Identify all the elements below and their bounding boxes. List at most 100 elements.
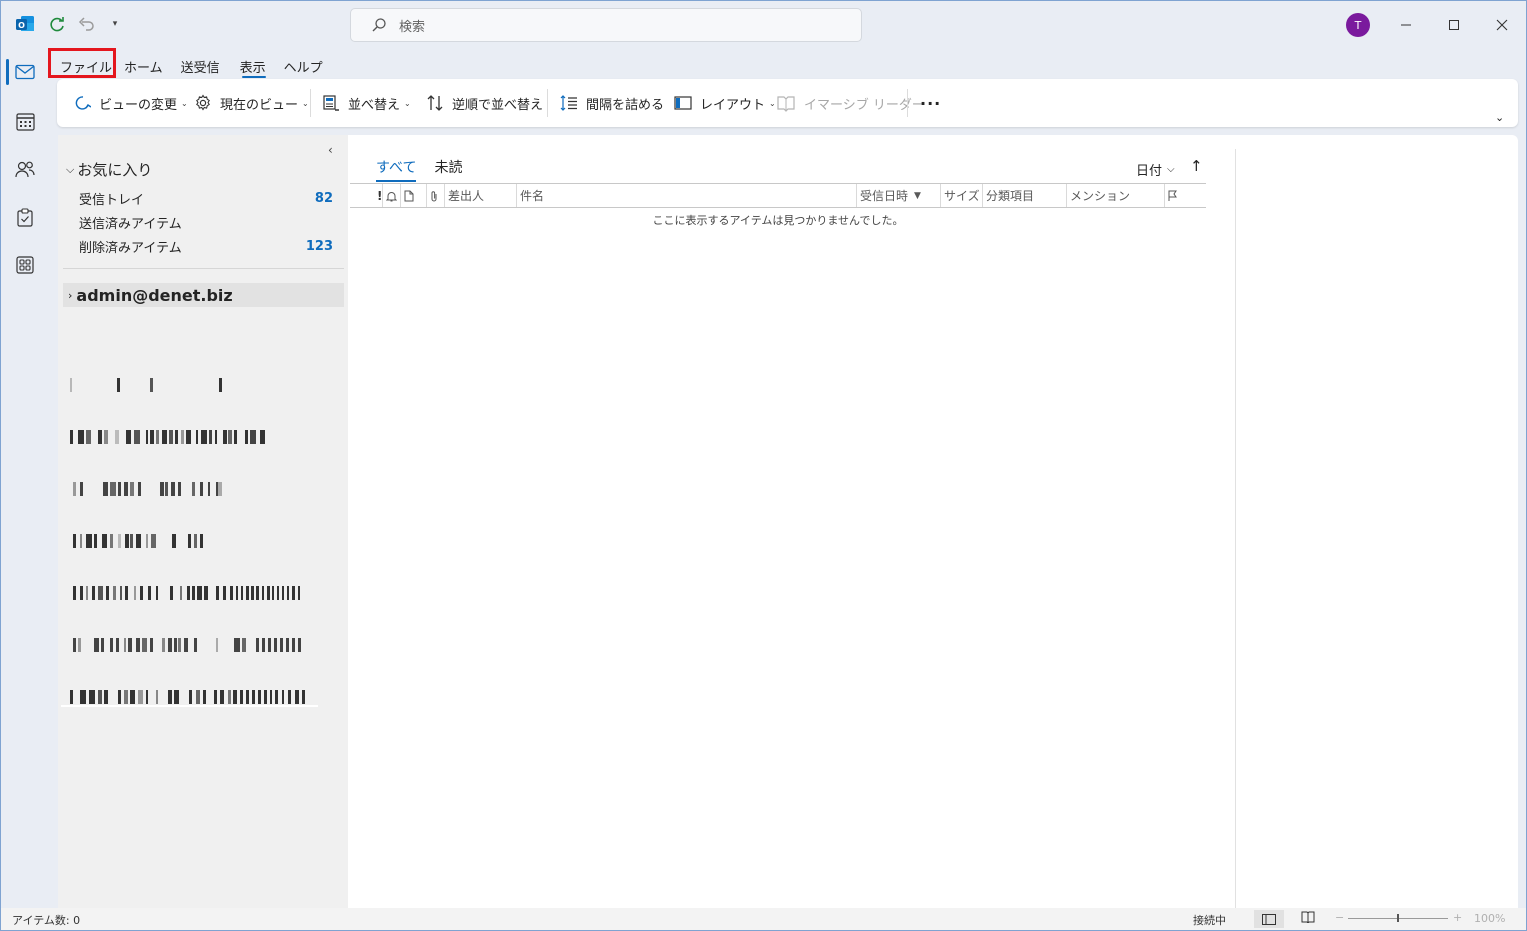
zoom-level[interactable]: 100% xyxy=(1474,912,1505,925)
column-icon[interactable] xyxy=(400,184,426,207)
tab-view[interactable]: 表示 xyxy=(230,54,276,78)
reverse-sort-button[interactable]: 逆順で並べ替え xyxy=(426,91,543,115)
folder-pane: ‹ ⌵ お気に入り 受信トレイ 82 送信済みアイテム 削除済みアイテム 123… xyxy=(58,135,348,908)
message-list-pane: すべて 未読 日付 ⌵ ↑ ! 差出人 件名 受信日時 ▼ サイズ 分類項目 メ… xyxy=(348,135,1518,908)
change-view-button[interactable]: ビューの変更 ⌄ xyxy=(73,91,188,115)
rail-active-indicator xyxy=(6,59,9,85)
change-view-icon xyxy=(75,96,91,110)
column-header: ! 差出人 件名 受信日時 ▼ サイズ 分類項目 メンション xyxy=(350,183,1206,208)
sort-by-label: 日付 xyxy=(1136,164,1163,179)
column-importance[interactable]: ! xyxy=(374,184,382,207)
obscured-folder-item[interactable] xyxy=(70,584,310,602)
account-row[interactable]: › admin@denet.biz xyxy=(63,283,344,307)
obscured-folder-item[interactable] xyxy=(70,636,310,654)
empty-list-message: ここに表示するアイテムは見つかりませんでした。 xyxy=(652,214,904,227)
column-size[interactable]: サイズ xyxy=(940,184,982,207)
tasks-icon[interactable] xyxy=(12,204,38,230)
tab-home[interactable]: ホーム xyxy=(122,54,173,76)
condense-button[interactable]: 間隔を詰める xyxy=(560,91,664,115)
avatar[interactable]: T xyxy=(1346,13,1370,37)
folder-inbox[interactable]: 受信トレイ 82 xyxy=(79,187,333,209)
sort-by-dropdown[interactable]: 日付 ⌵ xyxy=(1136,160,1175,179)
sort-button[interactable]: 並べ替え ⌄ xyxy=(322,91,411,115)
minimize-button[interactable] xyxy=(1392,12,1420,38)
people-icon[interactable] xyxy=(12,156,38,182)
pane-divider xyxy=(63,268,344,269)
undo-icon[interactable] xyxy=(76,14,96,34)
ribbon-separator xyxy=(547,89,548,117)
search-input[interactable]: 検索 xyxy=(350,8,862,42)
calendar-icon[interactable] xyxy=(12,108,38,134)
obscured-folder-item[interactable] xyxy=(70,428,310,446)
mail-icon[interactable] xyxy=(12,59,38,85)
tab-help[interactable]: ヘルプ xyxy=(276,54,333,76)
connection-status: 接続中 xyxy=(1193,914,1226,927)
folder-sent[interactable]: 送信済みアイテム xyxy=(79,211,333,233)
sort-icon xyxy=(323,95,339,111)
change-view-label: ビューの変更 xyxy=(99,97,178,113)
filter-tab-all[interactable]: すべて xyxy=(376,157,417,182)
reverse-sort-label: 逆順で並べ替え xyxy=(452,97,544,113)
chevron-down-icon: ⌵ xyxy=(66,162,75,176)
tab-send-receive[interactable]: 送受信 xyxy=(173,54,230,76)
maximize-button[interactable] xyxy=(1440,12,1468,38)
account-name: admin@denet.biz xyxy=(76,285,233,305)
filter-tabs: すべて 未読 xyxy=(376,157,480,182)
favorites-header[interactable]: ⌵ お気に入り xyxy=(66,159,152,180)
ribbon: ビューの変更 ⌄ 現在のビュー ⌄ 並べ替え ⌄ 逆順で並べ替え 間隔を詰める レイア… xyxy=(57,79,1518,127)
column-attachment[interactable] xyxy=(426,184,444,207)
column-reminder[interactable] xyxy=(382,184,400,207)
column-received[interactable]: 受信日時 ▼ xyxy=(856,184,940,207)
column-subject[interactable]: 件名 xyxy=(516,184,856,207)
highlight-annotation xyxy=(48,48,116,78)
close-button[interactable] xyxy=(1488,12,1516,38)
immersive-reader-button[interactable]: イマーシブ リーダー xyxy=(776,91,925,115)
ribbon-expand-icon[interactable]: ⌄ xyxy=(1495,105,1504,129)
close-icon xyxy=(1496,19,1508,31)
zoom-slider-thumb[interactable] xyxy=(1397,914,1399,922)
chevron-right-icon: › xyxy=(68,288,73,302)
sort-indicator-icon: ▼ xyxy=(914,190,921,201)
column-received-label: 受信日時 xyxy=(860,189,909,203)
condense-label: 間隔を詰める xyxy=(586,97,665,113)
unread-count: 82 xyxy=(314,190,333,206)
pane-divider xyxy=(61,705,318,707)
bell-icon xyxy=(386,191,397,201)
column-flag[interactable] xyxy=(1164,184,1204,207)
column-sender[interactable]: 差出人 xyxy=(444,184,516,207)
search-placeholder: 検索 xyxy=(399,19,426,35)
reading-view-button[interactable] xyxy=(1301,911,1315,926)
title-bar: O ▾ 検索 T xyxy=(0,0,1527,50)
folder-deleted[interactable]: 削除済みアイテム 123 xyxy=(79,235,333,257)
current-view-label: 現在のビュー xyxy=(220,97,299,113)
folder-name: 削除済みアイテム xyxy=(79,240,182,256)
filter-tab-unread[interactable]: 未読 xyxy=(434,157,462,182)
item-count: アイテム数: 0 xyxy=(12,914,81,927)
obscured-folder-item[interactable] xyxy=(70,688,310,706)
sort-direction-button[interactable]: ↑ xyxy=(1190,157,1203,175)
layout-button[interactable]: レイアウト ⌄ xyxy=(674,91,776,115)
collapse-pane-icon[interactable]: ‹ xyxy=(328,143,333,157)
zoom-out-button[interactable]: − xyxy=(1335,911,1344,924)
normal-view-icon xyxy=(1262,913,1276,925)
current-view-button[interactable]: 現在のビュー ⌄ xyxy=(194,91,309,115)
apps-icon[interactable] xyxy=(12,252,38,278)
column-category[interactable]: 分類項目 xyxy=(982,184,1066,207)
reading-view-icon xyxy=(1301,911,1315,924)
normal-view-button[interactable] xyxy=(1254,910,1284,928)
customize-toolbar-icon[interactable]: ▾ xyxy=(105,14,125,34)
obscured-folder-item[interactable] xyxy=(70,480,310,498)
obscured-folder-item[interactable] xyxy=(70,532,310,550)
obscured-folder-item[interactable] xyxy=(70,376,310,394)
sort-label: 並べ替え xyxy=(348,97,401,113)
document-icon xyxy=(404,190,414,201)
outlook-logo-icon: O xyxy=(15,14,35,34)
sync-icon[interactable] xyxy=(47,14,67,34)
zoom-in-button[interactable]: + xyxy=(1453,911,1462,924)
column-mention[interactable]: メンション xyxy=(1066,184,1164,207)
immersive-reader-icon xyxy=(777,96,795,112)
folder-name: 送信済みアイテム xyxy=(79,216,182,232)
paperclip-icon xyxy=(431,190,437,201)
more-options-button[interactable]: ··· xyxy=(920,91,941,115)
reading-pane-divider[interactable] xyxy=(1235,149,1236,908)
